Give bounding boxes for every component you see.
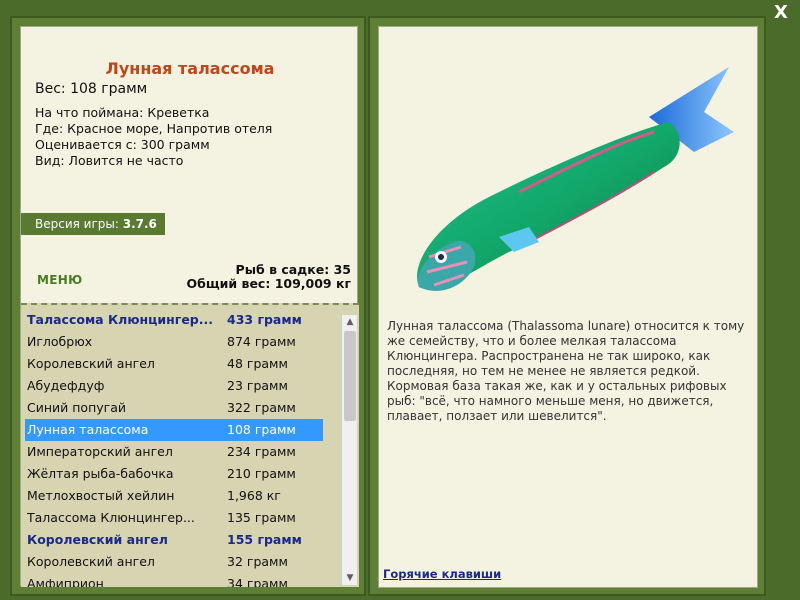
list-item-weight: 234 грамм [227, 444, 296, 459]
list-item-name: Лунная талассома [27, 422, 149, 437]
list-item-name: Амфиприон [27, 576, 104, 587]
list-item-name: Синий попугай [27, 400, 126, 415]
version-value: 3.7.6 [122, 217, 157, 231]
detail-bait-label: На что поймана: [35, 105, 144, 120]
scroll-down-arrow-icon[interactable]: ▼ [342, 571, 358, 585]
detail-bait: На что поймана: Креветка [35, 105, 209, 120]
right-frame: Лунная талассома (Thalassoma lunare) отн… [368, 16, 766, 596]
close-button[interactable]: X [772, 4, 790, 22]
list-item-name: Жёлтая рыба-бабочка [27, 466, 174, 481]
detail-bait-value: Креветка [147, 105, 210, 120]
list-item[interactable]: Талассома Клюнцингер... 433 грамм [25, 309, 323, 331]
fish-list-area: Талассома Клюнцингер... 433 грамм Иглобрюх… [21, 303, 359, 587]
list-item-name: Королевский ангел [27, 356, 155, 371]
list-item[interactable]: Метлохвостый хейлин 1,968 кг [25, 485, 323, 507]
list-item-name: Талассома Клюнцингер... [27, 510, 195, 525]
list-item[interactable]: Императорский ангел 234 грамм [25, 441, 323, 463]
list-item[interactable]: Талассома Клюнцингер... 135 грамм [25, 507, 323, 529]
hotkeys-link[interactable]: Горячие клавиши [383, 567, 501, 581]
detail-value-label: Оценивается с: [35, 137, 137, 152]
cage-count: Рыб в садке: 35 [235, 262, 351, 277]
detail-value: Оценивается с: 300 грамм [35, 137, 210, 152]
list-item-weight: 108 грамм [227, 422, 296, 437]
list-item-name: Метлохвостый хейлин [27, 488, 175, 503]
list-item-weight: 155 грамм [227, 532, 302, 547]
list-item[interactable]: Королевский ангел 48 грамм [25, 353, 323, 375]
list-item[interactable]: Амфиприон 34 грамм [25, 573, 323, 587]
fish-description-panel: Лунная талассома (Thalassoma lunare) отн… [378, 26, 758, 588]
menu-button[interactable]: МЕНЮ [37, 273, 82, 287]
fish-title: Лунная талассома [105, 59, 275, 78]
detail-species: Вид: Ловится не часто [35, 153, 183, 168]
scroll-up-arrow-icon[interactable]: ▲ [342, 315, 358, 329]
list-item-weight: 48 грамм [227, 356, 288, 371]
detail-species-value: Ловится не часто [68, 153, 184, 168]
list-item-weight: 322 грамм [227, 400, 296, 415]
fish-list[interactable]: Талассома Клюнцингер... 433 грамм Иглобрюх… [25, 309, 323, 587]
list-item-weight: 135 грамм [227, 510, 296, 525]
list-item-name: Иглобрюх [27, 334, 93, 349]
list-item[interactable]: Лунная талассома 108 грамм [25, 419, 323, 441]
fish-illustration [417, 67, 734, 291]
cage-total-weight: Общий вес: 109,009 кг [186, 276, 352, 291]
list-item-weight: 32 грамм [227, 554, 288, 569]
list-item-name: Королевский ангел [27, 554, 155, 569]
detail-location: Где: Красное море, Напротив отеля [35, 121, 272, 136]
fish-info-panel: Лунная талассома Вес: 108 грамм На что п… [20, 26, 359, 587]
list-item-name: Королевский ангел [27, 532, 168, 547]
fish-description: Лунная талассома (Thalassoma lunare) отн… [387, 319, 745, 423]
detail-value-value: 300 грамм [140, 137, 210, 152]
cage-stats: Рыб в садке: 35 Общий вес: 109,009 кг [187, 263, 352, 291]
list-item[interactable]: Жёлтая рыба-бабочка 210 грамм [25, 463, 323, 485]
detail-location-value: Красное море, Напротив отеля [67, 121, 273, 136]
fish-weight: Вес: 108 грамм [35, 81, 148, 97]
detail-species-label: Вид: [35, 153, 65, 168]
list-item[interactable]: Иглобрюх 874 грамм [25, 331, 323, 353]
version-bar: Версия игры: 3.7.6 [21, 213, 165, 235]
list-item-name: Абудефдуф [27, 378, 105, 393]
list-item[interactable]: Абудефдуф 23 грамм [25, 375, 323, 397]
list-item-name: Императорский ангел [27, 444, 173, 459]
scrollbar[interactable]: ▲ ▼ [341, 315, 357, 585]
list-item[interactable]: Королевский ангел 155 грамм [25, 529, 323, 551]
version-label: Версия игры: [35, 217, 119, 231]
list-item-name: Талассома Клюнцингер... [27, 312, 213, 327]
detail-location-label: Где: [35, 121, 64, 136]
list-item-weight: 874 грамм [227, 334, 296, 349]
list-item-weight: 23 грамм [227, 378, 288, 393]
list-item-weight: 433 грамм [227, 312, 302, 327]
left-frame: Лунная талассома Вес: 108 грамм На что п… [10, 16, 366, 596]
list-item[interactable]: Синий попугай 322 грамм [25, 397, 323, 419]
list-item[interactable]: Королевский ангел 32 грамм [25, 551, 323, 573]
scrollbar-thumb[interactable] [344, 331, 356, 421]
list-item-weight: 34 грамм [227, 576, 288, 587]
list-item-weight: 1,968 кг [227, 488, 281, 503]
list-item-weight: 210 грамм [227, 466, 296, 481]
